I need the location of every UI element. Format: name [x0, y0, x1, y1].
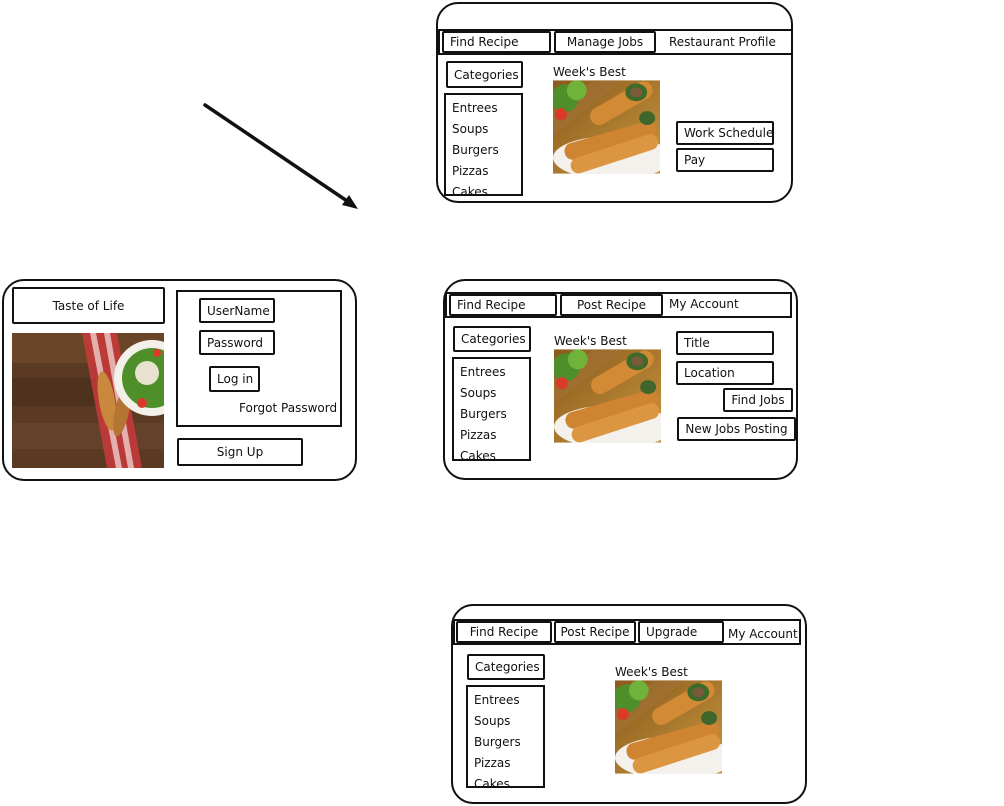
username-label: UserName	[207, 303, 270, 318]
categories-label: Categories	[461, 332, 526, 346]
forgot-password-link[interactable]: Forgot Password	[239, 402, 337, 414]
find-jobs-label: Find Jobs	[731, 393, 785, 407]
work-schedule-button[interactable]: Work Schedule	[676, 121, 774, 145]
password-label: Password	[207, 335, 264, 350]
categories-button[interactable]: Categories	[446, 61, 523, 88]
tab-my-account[interactable]: My Account	[669, 298, 739, 310]
categories-list: Entrees Soups Burgers Pizzas Cakes	[452, 357, 531, 463]
tab-label: Find Recipe	[457, 298, 526, 312]
list-item[interactable]: Cakes	[452, 182, 521, 203]
weeks-best-label: Week's Best	[553, 65, 626, 79]
list-item[interactable]: Entrees	[452, 98, 521, 119]
username-field[interactable]: UserName	[199, 298, 275, 323]
list-item[interactable]: Soups	[474, 711, 543, 732]
pay-button[interactable]: Pay	[676, 148, 774, 172]
spring-rolls-photo	[553, 80, 660, 174]
tab-post-recipe[interactable]: Post Recipe	[560, 294, 663, 316]
find-jobs-button[interactable]: Find Jobs	[723, 388, 793, 412]
flow-arrow	[203, 103, 358, 209]
list-item[interactable]: Soups	[460, 383, 529, 404]
spring-rolls-photo	[554, 349, 661, 443]
tab-label: Post Recipe	[560, 625, 630, 639]
tab-find-recipe[interactable]: Find Recipe	[442, 31, 551, 53]
weeks-best-label: Week's Best	[615, 665, 688, 679]
tab-label: Manage Jobs	[566, 35, 644, 49]
title-field[interactable]: Title	[676, 331, 774, 355]
title-field-label: Title	[684, 336, 710, 350]
list-item[interactable]: Pizzas	[452, 161, 521, 182]
list-item[interactable]: Burgers	[474, 732, 543, 753]
location-field-label: Location	[684, 366, 735, 380]
new-jobs-posting-label: New Jobs Posting	[685, 422, 788, 436]
categories-label: Categories	[475, 660, 540, 674]
signup-button[interactable]: Sign Up	[177, 438, 303, 466]
list-item[interactable]: Burgers	[460, 404, 529, 425]
list-item[interactable]: Entrees	[474, 690, 543, 711]
list-item[interactable]: Entrees	[460, 362, 529, 383]
location-field[interactable]: Location	[676, 361, 774, 385]
list-item[interactable]: Cakes	[474, 774, 543, 795]
categories-button[interactable]: Categories	[467, 654, 545, 680]
categories-list: Entrees Soups Burgers Pizzas Cakes	[444, 93, 523, 199]
brand-title: Taste of Life	[52, 298, 125, 313]
login-button[interactable]: Log in	[209, 366, 260, 392]
tab-find-recipe[interactable]: Find Recipe	[449, 294, 557, 316]
tab-post-recipe[interactable]: Post Recipe	[554, 621, 636, 643]
categories-list: Entrees Soups Burgers Pizzas Cakes	[466, 685, 545, 791]
list-item[interactable]: Pizzas	[474, 753, 543, 774]
pay-label: Pay	[684, 153, 706, 167]
tab-restaurant-profile[interactable]: Restaurant Profile	[669, 36, 776, 48]
list-item[interactable]: Soups	[452, 119, 521, 140]
tab-find-recipe[interactable]: Find Recipe	[456, 621, 552, 643]
password-field[interactable]: Password	[199, 330, 275, 355]
list-item[interactable]: Pizzas	[460, 425, 529, 446]
work-schedule-label: Work Schedule	[684, 126, 774, 140]
tab-label: Find Recipe	[450, 35, 519, 49]
login-button-label: Log in	[217, 372, 254, 386]
spring-rolls-photo	[615, 680, 722, 774]
weeks-best-label: Week's Best	[554, 334, 627, 348]
signup-button-label: Sign Up	[216, 445, 264, 459]
tab-label: Find Recipe	[469, 625, 539, 639]
tab-my-account[interactable]: My Account	[728, 628, 798, 640]
brand-box: Taste of Life	[12, 287, 165, 324]
tab-manage-jobs[interactable]: Manage Jobs	[554, 31, 656, 53]
categories-button[interactable]: Categories	[453, 326, 531, 352]
tab-upgrade[interactable]: Upgrade	[638, 621, 724, 643]
categories-label: Categories	[454, 67, 519, 82]
new-jobs-posting-button[interactable]: New Jobs Posting	[677, 417, 796, 441]
tab-label: Post Recipe	[576, 298, 647, 312]
salad-photo	[12, 333, 164, 468]
list-item[interactable]: Cakes	[460, 446, 529, 467]
list-item[interactable]: Burgers	[452, 140, 521, 161]
tab-label: Upgrade	[646, 625, 698, 639]
